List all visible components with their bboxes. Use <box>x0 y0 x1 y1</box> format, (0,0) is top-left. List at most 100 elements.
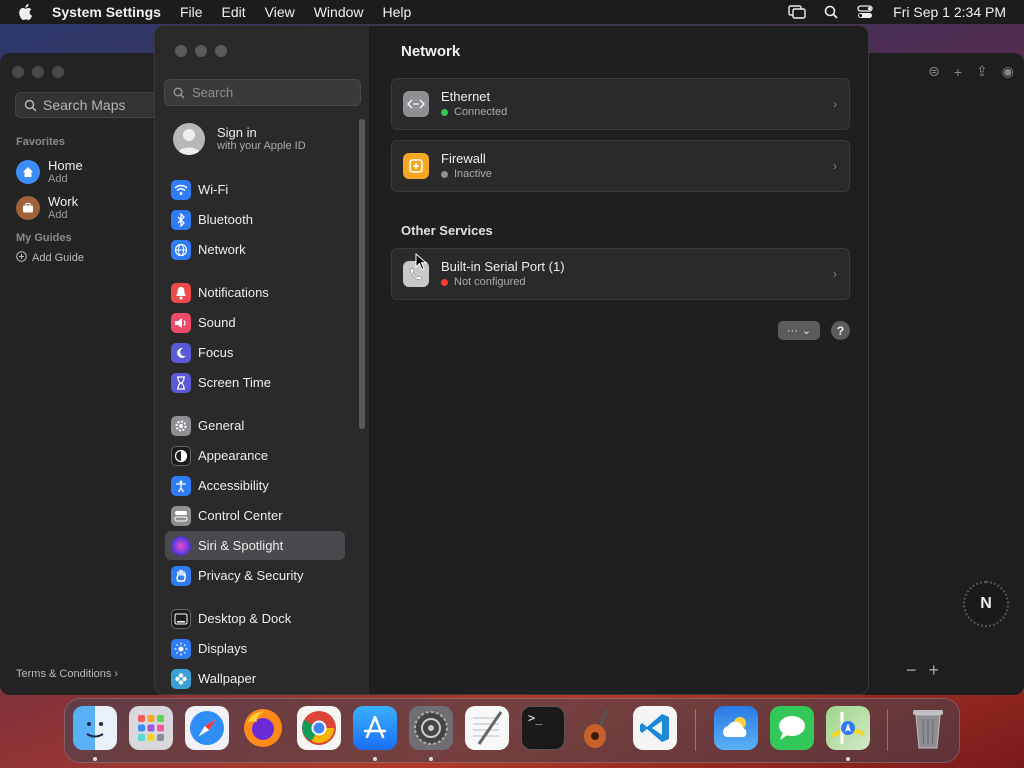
sidebar-item-desktop-dock[interactable]: Desktop & Dock <box>165 604 345 633</box>
sidebar-item-notifications[interactable]: Notifications <box>165 278 345 307</box>
wifi-icon <box>171 179 191 200</box>
finder-icon[interactable] <box>73 706 117 750</box>
menu-file[interactable]: File <box>180 4 203 20</box>
maps-close-button[interactable] <box>12 66 24 78</box>
network-pane: Network Ethernet Connected › Firewall In… <box>370 26 868 694</box>
add-icon[interactable]: + <box>954 64 962 80</box>
menu-clock[interactable]: Fri Sep 1 2:34 PM <box>893 4 1006 20</box>
dock-separator <box>887 709 888 751</box>
look-around-icon[interactable]: ⊜ <box>928 63 940 80</box>
zoom-button[interactable] <box>215 45 227 57</box>
sidebar-item-label: Network <box>198 242 246 257</box>
system-settings-window: Search Sign in with your Apple ID Wi-Fi … <box>154 25 869 695</box>
signin-title: Sign in <box>217 125 257 140</box>
help-label: ? <box>836 323 845 338</box>
control-center-icon <box>171 505 191 526</box>
chrome-icon[interactable] <box>297 706 341 750</box>
account-icon[interactable]: ◉ <box>1002 63 1014 80</box>
menu-view[interactable]: View <box>265 4 295 20</box>
garageband-icon[interactable] <box>577 706 621 750</box>
sidebar-item-wallpaper[interactable]: Wallpaper <box>165 664 345 693</box>
menu-edit[interactable]: Edit <box>222 4 246 20</box>
settings-search-input[interactable]: Search <box>164 79 361 106</box>
vscode-icon[interactable] <box>633 706 677 750</box>
maps-zoom-button[interactable] <box>52 66 64 78</box>
terminal-icon[interactable]: >_ <box>521 706 565 750</box>
maps-search-input[interactable]: Search Maps <box>15 92 165 118</box>
system-settings-icon[interactable] <box>409 706 453 750</box>
sidebar-item-privacy-security[interactable]: Privacy & Security <box>165 561 345 590</box>
sidebar-item-displays[interactable]: Displays <box>165 634 345 663</box>
sidebar-item-accessibility[interactable]: Accessibility <box>165 471 345 500</box>
sidebar-item-wifi[interactable]: Wi-Fi <box>165 175 345 204</box>
search-icon <box>173 87 185 99</box>
terms-label: Terms & Conditions <box>16 668 112 680</box>
sidebar-item-appearance[interactable]: Appearance <box>165 441 345 470</box>
trash-icon[interactable] <box>906 706 950 750</box>
terms-link[interactable]: Terms & Conditions › <box>16 668 118 680</box>
sidebar-scrollbar[interactable] <box>359 119 365 429</box>
weather-icon[interactable] <box>714 706 758 750</box>
moon-icon <box>171 342 191 363</box>
maps-sidebar <box>0 53 160 695</box>
screen-mirroring-icon[interactable] <box>787 4 807 20</box>
sidebar-item-general[interactable]: General <box>165 411 345 440</box>
favorite-work-title: Work <box>48 194 79 209</box>
ethernet-icon <box>403 91 429 117</box>
zoom-out-button[interactable]: − <box>906 660 917 681</box>
sidebar-item-bluetooth[interactable]: Bluetooth <box>165 205 345 234</box>
more-actions-button[interactable]: ··· ⌄ <box>778 321 820 340</box>
sidebar-item-siri-spotlight[interactable]: Siri & Spotlight <box>165 531 345 560</box>
sidebar-item-network[interactable]: Network <box>165 235 345 264</box>
compass-icon[interactable]: N <box>963 581 1009 627</box>
more-label: ··· <box>786 324 798 337</box>
chevron-right-icon: › <box>833 97 837 111</box>
sidebar-item-label: Displays <box>198 641 248 656</box>
service-name: Built-in Serial Port (1) <box>441 259 565 274</box>
sidebar-item-control-center[interactable]: Control Center <box>165 501 345 530</box>
close-button[interactable] <box>175 45 187 57</box>
control-center-icon[interactable] <box>855 4 875 20</box>
menu-help[interactable]: Help <box>383 4 412 20</box>
sidebar-item-screen-time[interactable]: Screen Time <box>165 368 345 397</box>
messages-icon[interactable] <box>770 706 814 750</box>
service-status: Connected <box>454 106 508 118</box>
firefox-icon[interactable] <box>241 706 285 750</box>
share-icon[interactable]: ⇪ <box>976 63 988 80</box>
running-indicator <box>373 757 377 761</box>
app-store-icon[interactable] <box>353 706 397 750</box>
sidebar-item-label: Siri & Spotlight <box>198 538 284 553</box>
apple-menu-icon[interactable] <box>18 4 34 20</box>
dock: >_ <box>64 698 960 763</box>
service-row-ethernet[interactable]: Ethernet Connected › <box>391 78 850 130</box>
maps-icon[interactable] <box>826 706 870 750</box>
apple-id-signin[interactable]: Sign in with your Apple ID <box>173 123 306 155</box>
firewall-icon <box>403 153 429 179</box>
safari-icon[interactable] <box>185 706 229 750</box>
service-row-serial-port[interactable]: Built-in Serial Port (1) Not configured … <box>391 248 850 300</box>
add-guide-button[interactable]: Add Guide <box>16 251 84 265</box>
minimize-button[interactable] <box>195 45 207 57</box>
favorite-work[interactable]: Work Add <box>16 195 78 221</box>
running-indicator <box>429 757 433 761</box>
sidebar-item-sound[interactable]: Sound <box>165 308 345 337</box>
launchpad-icon[interactable] <box>129 706 173 750</box>
siri-icon <box>171 535 191 556</box>
house-icon <box>16 160 40 184</box>
favorite-home[interactable]: Home Add <box>16 159 83 185</box>
spotlight-search-icon[interactable] <box>821 4 841 20</box>
accessibility-icon <box>171 475 191 496</box>
help-button[interactable]: ? <box>831 321 850 340</box>
maps-minimize-button[interactable] <box>32 66 44 78</box>
sidebar-item-label: Desktop & Dock <box>198 611 292 626</box>
flower-icon <box>171 668 191 689</box>
service-name: Firewall <box>441 151 486 166</box>
textedit-icon[interactable] <box>465 706 509 750</box>
sidebar-item-focus[interactable]: Focus <box>165 338 345 367</box>
zoom-in-button[interactable]: + <box>929 660 940 681</box>
menu-app-name[interactable]: System Settings <box>52 4 161 20</box>
menu-window[interactable]: Window <box>314 4 364 20</box>
status-dot <box>441 278 448 286</box>
service-row-firewall[interactable]: Firewall Inactive › <box>391 140 850 192</box>
status-dot <box>441 170 448 178</box>
